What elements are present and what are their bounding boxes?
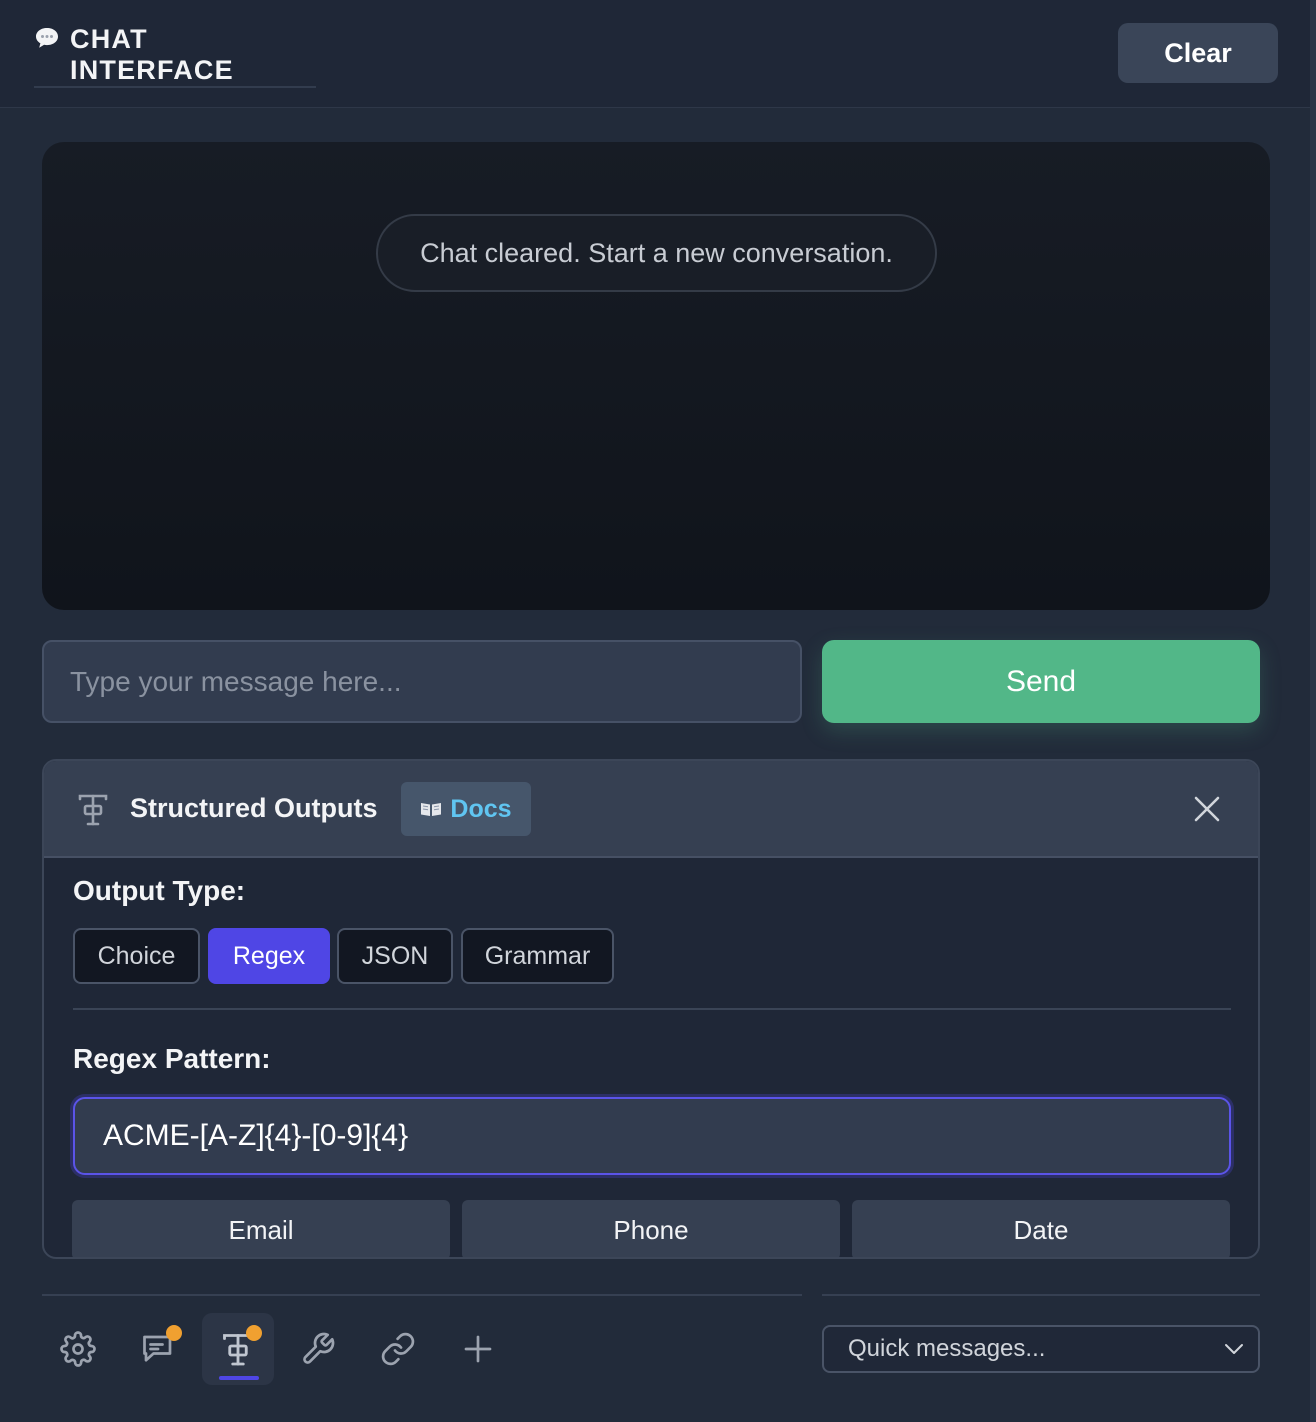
- message-input[interactable]: [42, 640, 802, 723]
- speech-bubble-icon: [36, 28, 58, 48]
- chevron-down-icon: [1225, 1344, 1243, 1354]
- gear-icon: [60, 1331, 96, 1367]
- panel-divider: [73, 1008, 1231, 1010]
- close-icon[interactable]: [1192, 794, 1222, 824]
- preset-phone-button[interactable]: Phone: [462, 1200, 840, 1257]
- title-block: CHAT INTERFACE: [34, 22, 316, 88]
- tools-button[interactable]: [282, 1313, 354, 1385]
- link-icon: [381, 1332, 415, 1366]
- app-title: CHAT INTERFACE: [70, 24, 234, 85]
- notification-badge: [166, 1325, 182, 1341]
- settings-button[interactable]: [42, 1313, 114, 1385]
- output-type-grammar-button[interactable]: Grammar: [461, 928, 614, 984]
- send-button[interactable]: Send: [822, 640, 1260, 723]
- output-type-label: Output Type:: [73, 875, 246, 906]
- quick-messages-label: Quick messages...: [848, 1335, 1046, 1362]
- active-tool-indicator: [219, 1376, 259, 1380]
- docs-button[interactable]: Docs: [401, 782, 531, 836]
- regex-pattern-label: Regex Pattern:: [73, 1043, 271, 1074]
- output-type-choice-button[interactable]: Choice: [73, 928, 200, 984]
- output-type-regex-button[interactable]: Regex: [208, 928, 330, 984]
- system-message: Chat cleared. Start a new conversation.: [376, 214, 937, 292]
- chat-messages-area[interactable]: Chat cleared. Start a new conversation.: [42, 142, 1270, 610]
- link-button[interactable]: [362, 1313, 434, 1385]
- docs-label: Docs: [450, 794, 512, 823]
- preset-date-button[interactable]: Date: [852, 1200, 1230, 1257]
- plus-icon: [464, 1335, 492, 1363]
- header: CHAT INTERFACE Clear: [0, 0, 1310, 108]
- preset-email-button[interactable]: Email: [72, 1200, 450, 1257]
- toolbar-divider-right: [822, 1294, 1260, 1296]
- structured-outputs-tool-button[interactable]: [202, 1313, 274, 1385]
- panel-header: Structured Outputs Docs: [44, 761, 1258, 858]
- window-edge: [1310, 0, 1316, 1422]
- panel-title: Structured Outputs: [130, 793, 378, 823]
- wrench-icon: [303, 1332, 335, 1364]
- output-type-json-button[interactable]: JSON: [337, 928, 453, 984]
- quick-messages-select[interactable]: Quick messages...: [822, 1325, 1260, 1373]
- clear-button[interactable]: Clear: [1118, 23, 1278, 83]
- regex-pattern-input[interactable]: [73, 1097, 1231, 1175]
- chat-app: CHAT INTERFACE Clear Chat cleared. Start…: [0, 0, 1316, 1422]
- toolbar-divider-left: [42, 1294, 802, 1296]
- structured-output-icon: [78, 794, 108, 826]
- open-book-icon: [421, 803, 442, 816]
- notification-badge: [246, 1325, 262, 1341]
- system-prompt-button[interactable]: [122, 1313, 194, 1385]
- structured-outputs-panel: Structured Outputs Docs Output Type: Cho…: [42, 759, 1260, 1259]
- add-button[interactable]: [442, 1313, 514, 1385]
